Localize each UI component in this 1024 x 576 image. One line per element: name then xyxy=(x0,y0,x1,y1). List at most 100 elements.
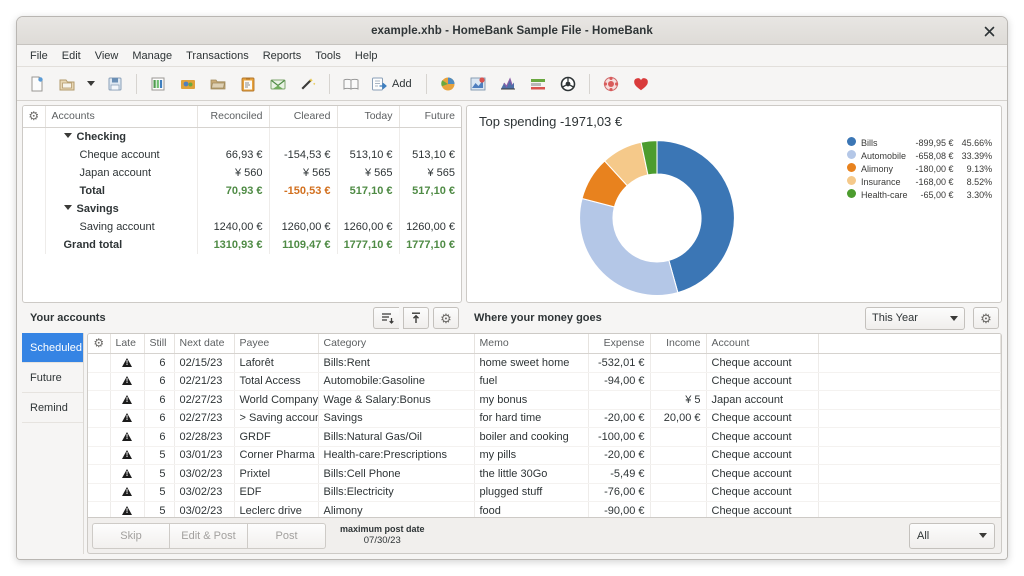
collapse-all-icon[interactable] xyxy=(373,307,399,329)
legend-label: Bills xyxy=(861,137,878,148)
wizard-icon[interactable] xyxy=(294,71,322,97)
legend-percent: 3.30% xyxy=(966,189,993,200)
legend-item: Bills -899,95 € 45.66% xyxy=(847,136,992,149)
trend-time-icon[interactable] xyxy=(464,71,492,97)
accounts-row[interactable]: Cheque account 66,93 € -154,53 €513,10 €51… xyxy=(23,145,461,164)
payee: World Company xyxy=(234,390,319,410)
new-file-icon[interactable] xyxy=(23,71,51,97)
scheduled-column-memo[interactable]: Memo xyxy=(474,334,589,354)
chart-settings-button[interactable]: ⚙ xyxy=(973,307,999,329)
chart-range-select[interactable]: This Year xyxy=(865,306,965,330)
chart-title: Top spending -1971,03 € xyxy=(479,114,623,129)
expand-all-icon[interactable] xyxy=(403,307,429,329)
scheduled-column-next-date[interactable]: Next date xyxy=(174,334,235,354)
help-icon[interactable] xyxy=(597,71,625,97)
menu-transactions[interactable]: Transactions xyxy=(179,48,256,64)
menu-reports[interactable]: Reports xyxy=(256,48,309,64)
donate-icon[interactable] xyxy=(627,71,655,97)
table-row[interactable]: ! 6 02/27/23 World Company Wage & Salary:Bon… xyxy=(88,390,1001,410)
vehicle-cost-icon[interactable] xyxy=(554,71,582,97)
category: Health-care:Prescriptions xyxy=(318,446,475,465)
account-future: ¥ 565 xyxy=(427,166,455,179)
menu-file[interactable]: File xyxy=(23,48,55,64)
accounts-row[interactable]: Japan account ¥ 560 ¥ 565 ¥ 565 ¥ 565 xyxy=(23,163,461,182)
expander-triangle-icon[interactable] xyxy=(63,133,72,139)
warning-icon: ! xyxy=(110,390,145,410)
category: Automobile:Gasoline xyxy=(318,372,475,391)
tab-scheduled[interactable]: Scheduled xyxy=(22,333,83,363)
scheduled-column-income[interactable]: Income xyxy=(650,334,707,354)
save-icon[interactable] xyxy=(101,71,129,97)
scheduled-column-payee[interactable]: Payee xyxy=(234,334,319,354)
account-reconciled: 70,93 € xyxy=(197,181,270,200)
expander-triangle-icon[interactable] xyxy=(63,205,72,211)
row-indicator xyxy=(88,390,111,410)
accounts-table-body: Checking Cheque account 66,93 € -154,53 €51… xyxy=(23,127,461,254)
accounts-icon[interactable] xyxy=(144,71,172,97)
scheduled-column-settings-icon[interactable]: ⚙ xyxy=(88,334,111,354)
accounts-column-reconciled[interactable]: Reconciled xyxy=(197,106,270,128)
statistics-pie-icon[interactable] xyxy=(434,71,462,97)
account-name: Saving account xyxy=(45,217,198,236)
next-date: 02/27/23 xyxy=(174,390,235,410)
accounts-row[interactable]: Checking xyxy=(23,127,461,146)
menu-help[interactable]: Help xyxy=(348,48,385,64)
post-button[interactable]: Post xyxy=(248,522,326,549)
scheduled-column-category[interactable]: Category xyxy=(318,334,475,354)
account-reconciled: 1240,00 € xyxy=(197,217,270,236)
table-row[interactable]: ! 5 03/02/23 Leclerc drive Alimony food -90,00… xyxy=(88,501,1001,517)
scheduled-column-expense[interactable]: Expense xyxy=(588,334,651,354)
table-row[interactable]: ! 5 03/01/23 Corner Pharma Health-care:Presc… xyxy=(88,446,1001,465)
close-icon[interactable] xyxy=(979,21,999,41)
menu-manage[interactable]: Manage xyxy=(125,48,179,64)
accounts-row[interactable]: Grand total 1310,93 €1109,47 €1777,10 €17… xyxy=(23,235,461,254)
account-name: Cheque account xyxy=(706,483,819,502)
accounts-row[interactable]: Total 70,93 € -150,53 €517,10 €517,10 € xyxy=(23,181,461,200)
open-dropdown-arrow[interactable] xyxy=(83,71,99,97)
menu-view[interactable]: View xyxy=(88,48,126,64)
accounts-row[interactable]: Saving account 1240,00 €1260,00 €1260,00 … xyxy=(23,217,461,236)
table-row[interactable]: ! 5 03/02/23 EDF Bills:Electricity plugged st… xyxy=(88,483,1001,502)
accounts-column-cleared[interactable]: Cleared xyxy=(269,106,338,128)
accounts-column-future[interactable]: Future xyxy=(399,106,461,128)
menu-edit[interactable]: Edit xyxy=(55,48,88,64)
edit-and-post-button[interactable]: Edit & Post xyxy=(170,522,248,549)
accounts-table: ⚙ Accounts Reconciled Cleared Today Futu… xyxy=(23,106,461,254)
budget-report-icon[interactable] xyxy=(524,71,552,97)
budget-icon[interactable] xyxy=(264,71,292,97)
table-row[interactable]: ! 5 03/02/23 Prixtel Bills:Cell Phone the lit… xyxy=(88,464,1001,484)
row-indicator xyxy=(88,427,111,447)
next-date: 03/01/23 xyxy=(174,446,235,465)
skip-button[interactable]: Skip xyxy=(92,522,170,549)
table-row[interactable]: ! 6 02/27/23 > Saving account Savings for har… xyxy=(88,409,1001,428)
table-row[interactable]: ! 6 02/28/23 GRDF Bills:Natural Gas/Oil boile… xyxy=(88,427,1001,447)
scheduled-filter-select[interactable]: All xyxy=(909,522,995,549)
table-row[interactable]: ! 6 02/21/23 Total Access Automobile:Gasolin… xyxy=(88,372,1001,391)
account-name: Cheque account xyxy=(706,427,819,447)
accounts-settings-button[interactable]: ⚙ xyxy=(433,307,459,329)
menu-tools[interactable]: Tools xyxy=(308,48,348,64)
scheduled-column-still[interactable]: Still xyxy=(144,334,175,354)
balance-chart-icon[interactable] xyxy=(494,71,522,97)
open-folder-icon[interactable] xyxy=(53,71,81,97)
accounts-row[interactable]: Savings xyxy=(23,199,461,218)
accounts-column-settings-icon[interactable]: ⚙ xyxy=(23,106,46,128)
payees-icon[interactable] xyxy=(174,71,202,97)
add-label: Add xyxy=(392,77,412,90)
scheduled-column-account[interactable]: Account xyxy=(706,334,819,354)
add-transaction-button[interactable]: Add xyxy=(367,71,419,97)
assignments-icon[interactable] xyxy=(234,71,262,97)
accounts-column-today[interactable]: Today xyxy=(337,106,400,128)
donut-slice[interactable] xyxy=(579,197,679,296)
tab-remind[interactable]: Remind xyxy=(22,393,83,423)
scheduled-column-late[interactable]: Late xyxy=(110,334,145,354)
categories-icon[interactable] xyxy=(204,71,232,97)
tab-future[interactable]: Future xyxy=(22,363,83,393)
toolbar-separator xyxy=(329,73,330,94)
table-row[interactable]: ! 6 02/15/23 Laforêt Bills:Rent home sweet ho… xyxy=(88,353,1001,373)
accounts-column-accounts[interactable]: Accounts xyxy=(45,106,198,128)
accounts-footer-title: Your accounts xyxy=(30,312,106,324)
ledger-icon[interactable] xyxy=(337,71,365,97)
chart-range-value: This Year xyxy=(872,312,918,324)
chart-footer-title: Where your money goes xyxy=(474,312,602,324)
